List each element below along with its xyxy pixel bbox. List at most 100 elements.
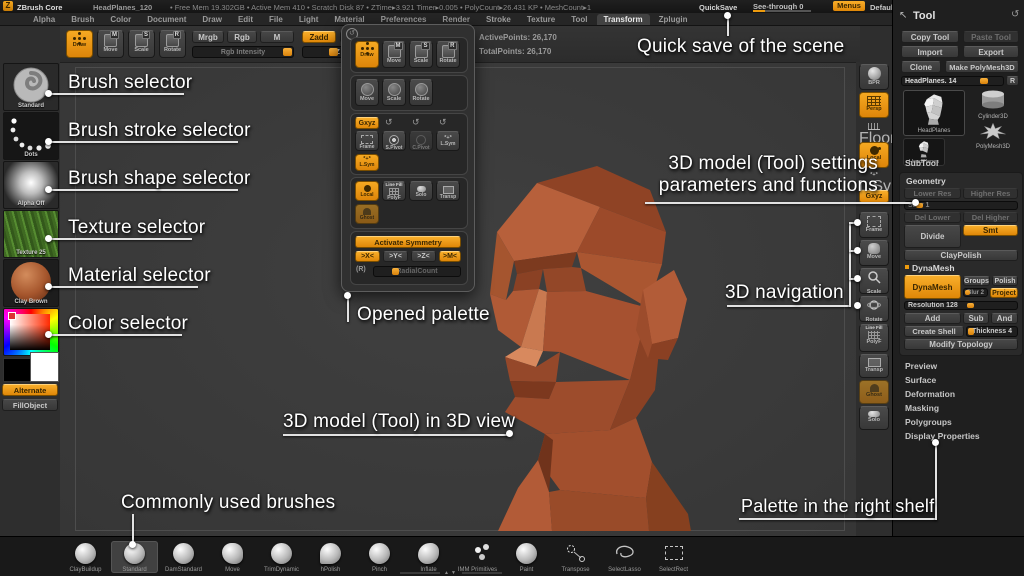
frame-button[interactable]: Frame xyxy=(355,131,379,151)
ghost-button[interactable]: Ghost xyxy=(355,204,379,224)
quicksave-button[interactable]: QuickSave xyxy=(699,3,737,12)
tray-damstandard[interactable]: DamStandard xyxy=(160,541,207,573)
symmetry-z-button[interactable]: >Z< xyxy=(411,251,436,262)
tool-r-button[interactable]: R xyxy=(1006,76,1019,86)
tray-selectrect[interactable]: SelectRect xyxy=(650,541,697,573)
gizmo-rotate-button[interactable]: Rotate xyxy=(409,79,433,106)
lsym-active-button[interactable]: *+* L.Sym xyxy=(355,154,379,171)
section-masking[interactable]: Masking xyxy=(905,403,939,413)
thickness-handle[interactable] xyxy=(968,328,974,335)
menu-file[interactable]: File xyxy=(262,14,290,25)
lower-res-button[interactable]: Lower Res xyxy=(904,188,961,199)
tool-slider-handle[interactable] xyxy=(980,78,988,84)
gizmo-scale-button[interactable]: Scale xyxy=(382,79,406,106)
tray-scroll-arrows[interactable]: ▲▼ xyxy=(444,570,458,576)
cpivot-button[interactable]: C.Pivot xyxy=(409,131,433,151)
menu-texture[interactable]: Texture xyxy=(520,14,562,25)
symmetry-m-button[interactable]: >M< xyxy=(439,251,461,262)
del-lower-button[interactable]: Del Lower xyxy=(904,212,961,223)
gizmo-move-button[interactable]: Move xyxy=(355,79,379,106)
fillobject-button[interactable]: FillObject xyxy=(2,399,58,411)
menu-edit[interactable]: Edit xyxy=(231,14,260,25)
import-button[interactable]: Import xyxy=(901,46,959,58)
section-surface[interactable]: Surface xyxy=(905,375,936,385)
tray-transpose[interactable]: Transpose xyxy=(552,541,599,573)
blur-handle[interactable] xyxy=(965,290,970,295)
rotate-mode-button[interactable]: R Rotate xyxy=(159,30,186,58)
menu-brush[interactable]: Brush xyxy=(64,14,101,25)
tray-scrollbar[interactable] xyxy=(400,572,440,574)
subtool-section-header[interactable]: SubTool xyxy=(905,158,938,168)
menu-draw[interactable]: Draw xyxy=(195,14,229,25)
tray-inflate[interactable]: Inflate xyxy=(405,541,452,573)
texture-selector-thumb[interactable]: Texture 25 xyxy=(3,210,59,258)
rotate-y-icon[interactable]: ↺ xyxy=(412,117,420,128)
secondary-color-swatch[interactable] xyxy=(3,358,31,382)
rgb-button[interactable]: Rgb xyxy=(227,31,257,43)
menu-light[interactable]: Light xyxy=(292,14,326,25)
sub-button[interactable]: Sub xyxy=(963,313,989,324)
radial-count-handle[interactable] xyxy=(392,268,399,275)
section-display-properties[interactable]: Display Properties xyxy=(905,431,980,441)
del-higher-button[interactable]: Del Higher xyxy=(963,212,1018,223)
menu-tool[interactable]: Tool xyxy=(564,14,594,25)
menu-preferences[interactable]: Preferences xyxy=(374,14,434,25)
shelf-polyf-button[interactable]: Line Fill PolyF xyxy=(859,324,889,352)
tool-name-slider[interactable]: HeadPlanes. 14 xyxy=(901,76,1004,86)
radial-count-slider[interactable]: RadialCount xyxy=(373,266,461,277)
cylinder3d-item[interactable]: Cylinder3D xyxy=(971,90,1015,120)
menu-zplugin[interactable]: Zplugin xyxy=(652,14,695,25)
section-deformation[interactable]: Deformation xyxy=(905,389,955,399)
current-tool-thumbnail[interactable]: HeadPlanes xyxy=(903,90,965,136)
project-button[interactable]: Project xyxy=(990,288,1018,298)
palette-rotate-button[interactable]: R Rotate xyxy=(436,41,460,68)
shelf-solo-button[interactable]: Solo xyxy=(859,406,889,430)
nav-rotate-button[interactable]: Rotate xyxy=(859,296,889,322)
claypolish-button[interactable]: ClayPolish xyxy=(904,250,1018,261)
symmetry-y-button[interactable]: >Y< xyxy=(383,251,408,262)
menu-material[interactable]: Material xyxy=(327,14,371,25)
polyf-button[interactable]: Line Fill PolyF xyxy=(382,181,406,201)
shelf-ghost-button[interactable]: Ghost xyxy=(859,380,889,404)
resolution-slider[interactable]: Resolution 128 xyxy=(904,301,1018,310)
and-button[interactable]: And xyxy=(991,313,1018,324)
floor-button[interactable]: Floor xyxy=(859,122,889,140)
blur-slider[interactable]: Blur 2 xyxy=(963,288,988,297)
panel-cycle-icon[interactable]: ↺ xyxy=(1011,9,1019,20)
z-intensity-handle[interactable] xyxy=(329,48,338,56)
mrgb-button[interactable]: Mrgb xyxy=(192,31,224,43)
zadd-button[interactable]: Zadd xyxy=(302,31,336,43)
spivot-button[interactable]: S.Pivot xyxy=(382,131,406,151)
see-through-handle[interactable] xyxy=(753,10,765,12)
picker-arrow-icon[interactable]: ↖ xyxy=(899,10,907,21)
nav-move-button[interactable]: Move xyxy=(859,240,889,266)
tray-claybuildup[interactable]: ClayBuildup xyxy=(62,541,109,573)
lsym-button[interactable]: *+* L.Sym xyxy=(436,131,460,151)
stroke-selector-thumb[interactable]: Dots xyxy=(3,112,59,160)
divide-button[interactable]: Divide xyxy=(904,225,961,248)
menu-render[interactable]: Render xyxy=(435,14,477,25)
menu-stroke[interactable]: Stroke xyxy=(479,14,518,25)
export-button[interactable]: Export xyxy=(963,46,1019,58)
tray-paint[interactable]: Paint xyxy=(503,541,550,573)
tray-scrollbar[interactable] xyxy=(462,572,502,574)
symmetry-x-button[interactable]: >X< xyxy=(355,251,380,262)
transp-button[interactable]: Transp xyxy=(436,181,460,201)
brush-selector-thumb[interactable]: Standard xyxy=(3,63,59,111)
primary-color-swatch[interactable] xyxy=(30,352,59,382)
copy-tool-button[interactable]: Copy Tool xyxy=(901,31,959,43)
dynamesh-button[interactable]: DynaMesh xyxy=(904,275,961,299)
tray-trimdynamic[interactable]: TrimDynamic xyxy=(258,541,305,573)
rotate-x-icon[interactable]: ↺ xyxy=(385,117,393,128)
m-button[interactable]: M xyxy=(260,31,294,43)
clone-button[interactable]: Clone xyxy=(901,61,941,73)
section-polygroups[interactable]: Polygroups xyxy=(905,417,952,427)
rgb-intensity-handle[interactable] xyxy=(283,48,292,56)
create-shell-button[interactable]: Create Shell xyxy=(904,326,964,337)
local-button[interactable]: Local xyxy=(355,181,379,201)
polymesh3d-item[interactable]: PolyMesh3D xyxy=(971,122,1015,150)
tray-pinch[interactable]: Pinch xyxy=(356,541,403,573)
menu-transform[interactable]: Transform xyxy=(597,14,650,25)
rotate-z-icon[interactable]: ↺ xyxy=(439,117,447,128)
groups-button[interactable]: Groups xyxy=(963,276,990,286)
